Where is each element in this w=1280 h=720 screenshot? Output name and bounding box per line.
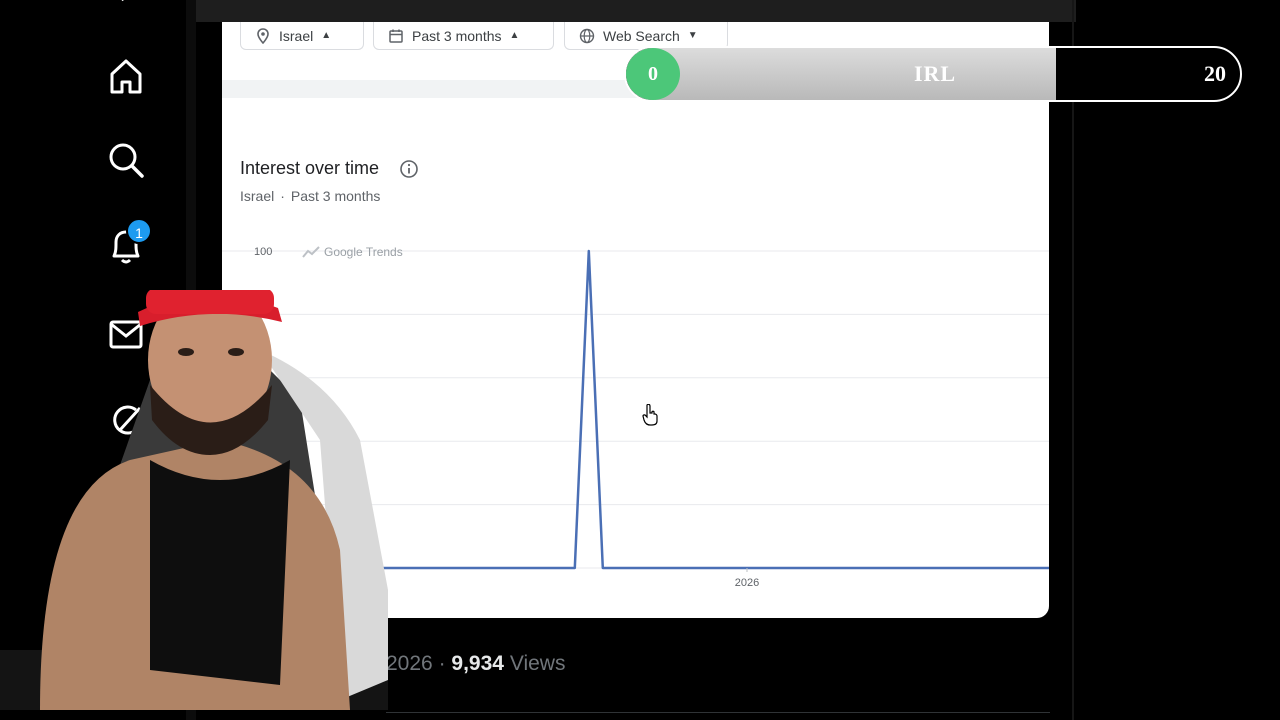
streamer-webcam xyxy=(0,290,388,710)
caret-up-icon: ▲ xyxy=(321,30,332,41)
subtitle-separator: · xyxy=(280,188,285,204)
google-trends-watermark: Google Trends xyxy=(302,245,403,259)
location-filter-label: Israel xyxy=(279,27,314,44)
hand-cursor-icon xyxy=(642,404,658,426)
home-icon[interactable] xyxy=(106,56,146,96)
calendar-icon xyxy=(389,29,403,43)
y-tick-label: 100 xyxy=(254,246,272,258)
search-icon[interactable] xyxy=(106,140,146,180)
irl-current-value: 0 xyxy=(626,48,680,100)
top-bar xyxy=(196,0,1076,22)
views-label: Views xyxy=(509,652,566,675)
post-divider xyxy=(386,712,1050,713)
time-range-label: Past 3 months xyxy=(412,27,502,44)
trend-line-icon xyxy=(302,246,320,258)
location-filter[interactable]: Israel ▲ xyxy=(240,22,364,50)
google-trends-label: Google Trends xyxy=(324,245,403,259)
section-subtitle: Israel · Past 3 months xyxy=(240,188,380,204)
notification-badge: 1 xyxy=(126,218,152,244)
views-count: 9,934 xyxy=(451,652,504,675)
location-pin-icon xyxy=(257,27,269,44)
streamer-image xyxy=(0,290,388,710)
time-range-filter[interactable]: Past 3 months ▲ xyxy=(373,22,554,50)
post-meta-separator: · xyxy=(438,652,446,675)
caret-down-icon: ▼ xyxy=(687,30,698,41)
subtitle-range: Past 3 months xyxy=(290,188,381,204)
post-date: 2026 xyxy=(386,652,433,675)
property-label: Web Search xyxy=(603,27,680,44)
post-meta: 2026 · 9,934 Views xyxy=(386,652,565,676)
subtitle-location: Israel xyxy=(240,188,275,204)
x-logo-icon[interactable] xyxy=(110,0,146,6)
x-tick-label: 2026 xyxy=(735,577,759,589)
series-line xyxy=(282,249,1049,570)
irl-progress-bar: IRL 0 20 xyxy=(624,46,1242,102)
globe-icon xyxy=(579,28,595,43)
irl-label: IRL xyxy=(913,61,957,86)
info-icon[interactable] xyxy=(399,159,419,179)
section-title: Interest over time xyxy=(240,158,380,178)
irl-max-value: 20 xyxy=(1204,61,1226,86)
column-divider xyxy=(1072,0,1074,720)
caret-up-icon: ▲ xyxy=(509,30,520,41)
